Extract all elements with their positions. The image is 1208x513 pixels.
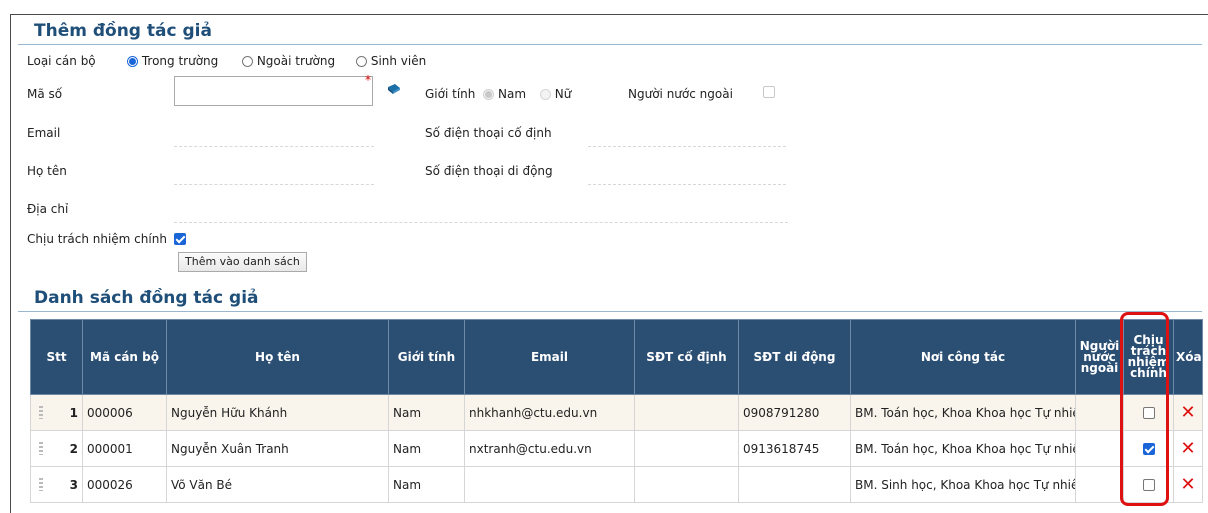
cell-delete: ✕ <box>1173 430 1203 467</box>
cell-foreigner <box>1075 430 1124 467</box>
lookup-book-icon[interactable] <box>387 84 401 95</box>
add-section-title: Thêm đồng tác giả <box>34 21 212 41</box>
email-field[interactable] <box>174 146 374 147</box>
required-mark: * <box>365 73 371 87</box>
address-field[interactable] <box>174 222 788 223</box>
col-workplace[interactable]: Nơi công tác <box>850 319 1076 395</box>
cell-workplace: BM. Toán học, Khoa Khoa học Tự nhiên <box>850 430 1076 467</box>
code-label: Mã số <box>27 87 63 101</box>
cell-foreigner <box>1075 394 1124 431</box>
col-phone-fixed[interactable]: SĐT cố định <box>634 319 739 395</box>
col-foreigner[interactable]: Người nước ngoài <box>1075 319 1124 395</box>
address-label: Địa chỉ <box>27 202 69 216</box>
cell-stt: 3 <box>30 466 83 503</box>
phone-fixed-label: Số điện thoại cố định <box>425 126 552 140</box>
delete-x-icon[interactable]: ✕ <box>1180 402 1195 423</box>
cell-email <box>464 466 635 503</box>
gender-nam-radio <box>483 89 495 100</box>
drag-handle-icon[interactable] <box>39 478 43 491</box>
cell-delete: ✕ <box>1173 394 1203 431</box>
cell-phone-fixed <box>634 394 739 431</box>
cell-gender: Nam <box>388 466 465 503</box>
col-delete: Xóa <box>1173 319 1203 395</box>
cell-phone-mobile: 0908791280 <box>738 394 851 431</box>
cell-phone-mobile: 0913618745 <box>738 430 851 467</box>
delete-x-icon[interactable]: ✕ <box>1180 474 1195 495</box>
add-to-list-button[interactable]: Thêm vào danh sách <box>178 252 307 272</box>
main-resp-label: Chịu trách nhiệm chính <box>27 232 167 246</box>
radio-icon[interactable] <box>356 56 367 67</box>
table-row[interactable]: 2 000001 Nguyễn Xuân Tranh Nam nxtranh@c… <box>30 430 1203 467</box>
phone-fixed-field[interactable] <box>588 146 786 147</box>
col-code[interactable]: Mã cán bộ <box>82 319 167 395</box>
radio-ngoai-truong[interactable]: Ngoài trường <box>242 54 335 68</box>
cell-foreigner <box>1075 466 1124 503</box>
col-email[interactable]: Email <box>464 319 635 395</box>
table-row[interactable]: 3 000026 Võ Văn Bé Nam BM. Sinh học, Kho… <box>30 466 1203 503</box>
gender-nu-label: Nữ <box>554 87 572 101</box>
col-phone-mobile[interactable]: SĐT di động <box>738 319 851 395</box>
gender-nam-label: Nam <box>498 87 527 101</box>
table-row[interactable]: 1 000006 Nguyễn Hữu Khánh Nam nhkhanh@ct… <box>30 394 1203 431</box>
drag-handle-icon[interactable] <box>39 442 43 455</box>
radio-icon[interactable] <box>242 56 253 67</box>
cell-phone-mobile <box>738 466 851 503</box>
radio-trong-truong[interactable]: Trong trường <box>127 54 218 68</box>
col-stt[interactable]: Stt <box>30 319 83 395</box>
main-resp-row: Chịu trách nhiệm chính <box>27 232 186 246</box>
cell-gender: Nam <box>388 430 465 467</box>
name-field[interactable] <box>174 184 374 185</box>
name-label: Họ tên <box>27 164 67 178</box>
col-gender[interactable]: Giới tính <box>388 319 465 395</box>
list-title-divider <box>18 311 1202 312</box>
drag-handle-icon[interactable] <box>39 406 43 419</box>
cell-stt: 1 <box>30 394 83 431</box>
cell-email: nxtranh@ctu.edu.vn <box>464 430 635 467</box>
radio-label: Ngoài trường <box>256 54 336 68</box>
coauthor-table: Stt Mã cán bộ Họ tên Giới tính Email SĐT… <box>30 319 1203 503</box>
radio-icon[interactable] <box>127 56 138 67</box>
cell-stt: 2 <box>30 430 83 467</box>
email-label: Email <box>27 126 61 140</box>
gender-nu-radio <box>539 89 551 100</box>
delete-x-icon[interactable]: ✕ <box>1180 438 1195 459</box>
radio-sinh-vien[interactable]: Sinh viên <box>356 54 426 68</box>
cell-name: Nguyễn Xuân Tranh <box>166 430 389 467</box>
cell-code: 000006 <box>82 394 167 431</box>
foreigner-checkbox <box>763 86 775 98</box>
phone-mobile-field[interactable] <box>588 184 786 185</box>
cell-phone-fixed <box>634 430 739 467</box>
cell-workplace: BM. Sinh học, Khoa Khoa học Tự nhiên <box>850 466 1076 503</box>
foreigner-label: Người nước ngoài <box>628 87 733 101</box>
col-name[interactable]: Họ tên <box>166 319 389 395</box>
cell-code: 000001 <box>82 430 167 467</box>
code-input[interactable] <box>174 76 373 106</box>
cell-code: 000026 <box>82 466 167 503</box>
type-label: Loại cán bộ <box>27 54 96 68</box>
cell-workplace: BM. Toán học, Khoa Khoa học Tự nhiên <box>850 394 1076 431</box>
radio-label: Trong trường <box>141 54 219 68</box>
list-section-title: Danh sách đồng tác giả <box>34 288 259 308</box>
title-divider <box>18 44 1202 45</box>
phone-mobile-label: Số điện thoại di động <box>425 164 553 178</box>
gender-group: Giới tính Nam Nữ <box>425 87 571 101</box>
main-resp-checkbox[interactable] <box>173 233 186 245</box>
table-header-row: Stt Mã cán bộ Họ tên Giới tính Email SĐT… <box>30 319 1203 395</box>
cell-phone-fixed <box>634 466 739 503</box>
cell-delete: ✕ <box>1173 466 1203 503</box>
cell-gender: Nam <box>388 394 465 431</box>
cell-name: Nguyễn Hữu Khánh <box>166 394 389 431</box>
main-resp-column-highlight <box>1120 312 1169 506</box>
cell-email: nhkhanh@ctu.edu.vn <box>464 394 635 431</box>
cell-name: Võ Văn Bé <box>166 466 389 503</box>
gender-label: Giới tính <box>425 87 476 101</box>
radio-label: Sinh viên <box>370 54 427 68</box>
